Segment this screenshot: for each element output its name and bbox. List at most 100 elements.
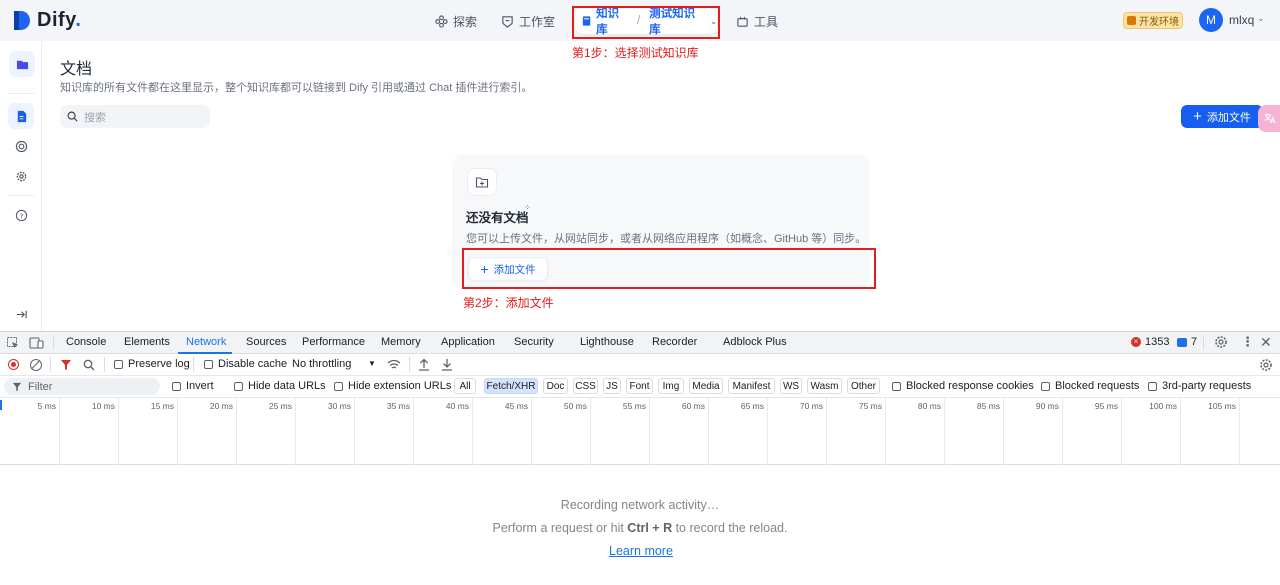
tab-elements[interactable]: Elements	[124, 336, 170, 348]
translate-icon	[1264, 113, 1276, 124]
nav-tools[interactable]: 工具	[736, 13, 778, 30]
timeline-tick-label: 20 ms	[209, 401, 233, 411]
learn-more-link[interactable]: Learn more	[609, 544, 673, 558]
tab-performance[interactable]: Performance	[302, 336, 365, 348]
timeline-gridline	[177, 398, 178, 465]
inspect-element-icon[interactable]	[6, 336, 20, 350]
network-settings-gear-icon[interactable]	[1259, 358, 1273, 372]
timeline-tick-label: 15 ms	[150, 401, 174, 411]
tab-memory[interactable]: Memory	[381, 336, 421, 348]
sidebar-collapse[interactable]	[8, 301, 34, 327]
filter-input[interactable]: Filter	[4, 378, 160, 395]
search-icon	[67, 111, 78, 122]
message-icon	[1177, 337, 1187, 347]
disable-cache-label: Disable cache	[218, 358, 288, 370]
blocked-response-cookies-checkbox[interactable]	[892, 382, 901, 391]
add-file-button[interactable]: + 添加文件	[1181, 105, 1263, 128]
sidebar-divider	[8, 195, 34, 196]
timeline-tick-label: 60 ms	[681, 401, 705, 411]
app-logo-text[interactable]: Dify.	[37, 9, 81, 32]
clear-icon[interactable]	[30, 359, 42, 371]
export-har-icon[interactable]	[441, 358, 453, 371]
tab-application[interactable]: Application	[441, 336, 495, 348]
dropdown-arrow-icon[interactable]: ▼	[368, 359, 376, 368]
network-conditions-icon[interactable]	[387, 359, 401, 371]
tab-lighthouse[interactable]: Lighthouse	[580, 336, 634, 348]
filter-type-fetch-xhr[interactable]: Fetch/XHR	[484, 378, 538, 394]
avatar[interactable]: M	[1199, 8, 1223, 32]
hide-extension-urls-checkbox[interactable]	[334, 382, 343, 391]
sidebar-item-documents[interactable]	[8, 103, 34, 129]
env-badge: 开发环境	[1123, 12, 1183, 29]
throttling-select[interactable]: No throttling	[292, 358, 351, 370]
disable-cache-checkbox[interactable]	[204, 360, 213, 369]
tab-recorder[interactable]: Recorder	[652, 336, 697, 348]
filter-type-ws[interactable]: WS	[780, 378, 802, 394]
third-party-requests-checkbox[interactable]	[1148, 382, 1157, 391]
blocked-requests-checkbox[interactable]	[1041, 382, 1050, 391]
dify-logo-icon	[14, 11, 30, 30]
sidebar-item-settings[interactable]	[8, 163, 34, 189]
timeline-gridline	[59, 398, 60, 465]
close-devtools-icon[interactable]: ✕	[1260, 334, 1272, 351]
more-options-icon[interactable]: ⋮	[1241, 334, 1254, 350]
hide-data-urls-checkbox[interactable]	[234, 382, 243, 391]
sidebar-item-help[interactable]: ?	[8, 202, 34, 228]
filter-type-css[interactable]: CSS	[573, 378, 598, 394]
timeline-gridline	[354, 398, 355, 465]
filter-type-all[interactable]: All	[454, 378, 476, 394]
timeline-gridline	[413, 398, 414, 465]
network-overview-timeline[interactable]: 5 ms 10 ms 15 ms 20 ms 25 ms 30 ms 35 ms 40 ms 4…	[0, 398, 1280, 465]
filter-type-font[interactable]: Font	[626, 378, 653, 394]
device-toolbar-icon[interactable]	[29, 336, 44, 350]
search-input[interactable]: 搜索	[60, 105, 210, 128]
filter-type-manifest[interactable]: Manifest	[728, 378, 775, 394]
studio-icon	[502, 16, 513, 28]
preserve-log-checkbox[interactable]	[114, 360, 123, 369]
explore-icon	[435, 15, 448, 28]
env-icon	[1127, 16, 1136, 25]
error-counter[interactable]: × 1353	[1131, 336, 1169, 348]
filter-type-other[interactable]: Other	[847, 378, 880, 394]
svg-text:?: ?	[19, 211, 23, 220]
tab-network[interactable]: Network	[186, 336, 226, 348]
filter-type-media[interactable]: Media	[689, 378, 723, 394]
user-name[interactable]: mlxq	[1229, 13, 1254, 27]
tab-sources[interactable]: Sources	[246, 336, 286, 348]
timeline-marker	[0, 400, 2, 410]
annotation-step1: 第1步：选择测试知识库	[572, 46, 699, 60]
filter-type-img[interactable]: Img	[658, 378, 684, 394]
timeline-gridline	[1062, 398, 1063, 465]
tab-security[interactable]: Security	[514, 336, 554, 348]
timeline-gridline	[826, 398, 827, 465]
import-har-icon[interactable]	[418, 358, 430, 371]
filter-type-js[interactable]: JS	[603, 378, 621, 394]
nav-tools-label: 工具	[754, 15, 779, 29]
timeline-tick-label: 5 ms	[37, 401, 56, 411]
timeline-tick-label: 80 ms	[917, 401, 941, 411]
filter-type-wasm[interactable]: Wasm	[807, 378, 842, 394]
page-title: 文档	[60, 61, 93, 78]
toolbar-divider	[1203, 335, 1204, 350]
empty-state-title: 还没有文档	[466, 211, 529, 225]
filter-type-doc[interactable]: Doc	[543, 378, 568, 394]
toolbar-divider	[50, 357, 51, 372]
filter-icon[interactable]	[60, 359, 72, 371]
sidebar-item-hit-testing[interactable]	[8, 133, 34, 159]
timeline-gridline	[885, 398, 886, 465]
message-counter[interactable]: 7	[1177, 336, 1197, 348]
nav-studio[interactable]: 工作室	[501, 13, 555, 30]
dataset-avatar[interactable]	[9, 51, 35, 77]
user-menu-chevron-icon[interactable]: ⌄	[1257, 13, 1265, 24]
sidebar-divider	[8, 93, 34, 94]
search-icon[interactable]	[83, 359, 95, 371]
tab-console[interactable]: Console	[66, 336, 106, 348]
invert-checkbox[interactable]	[172, 382, 181, 391]
floating-translate-tab[interactable]	[1258, 105, 1280, 132]
record-icon[interactable]	[8, 359, 19, 370]
devtools-settings-gear-icon[interactable]	[1214, 335, 1228, 349]
timeline-tick-label: 105 ms	[1208, 401, 1236, 411]
nav-explore[interactable]: 探索	[435, 13, 477, 30]
sparkle-icon: ⁘	[524, 203, 531, 212]
tab-adblock-plus[interactable]: Adblock Plus	[723, 336, 787, 348]
